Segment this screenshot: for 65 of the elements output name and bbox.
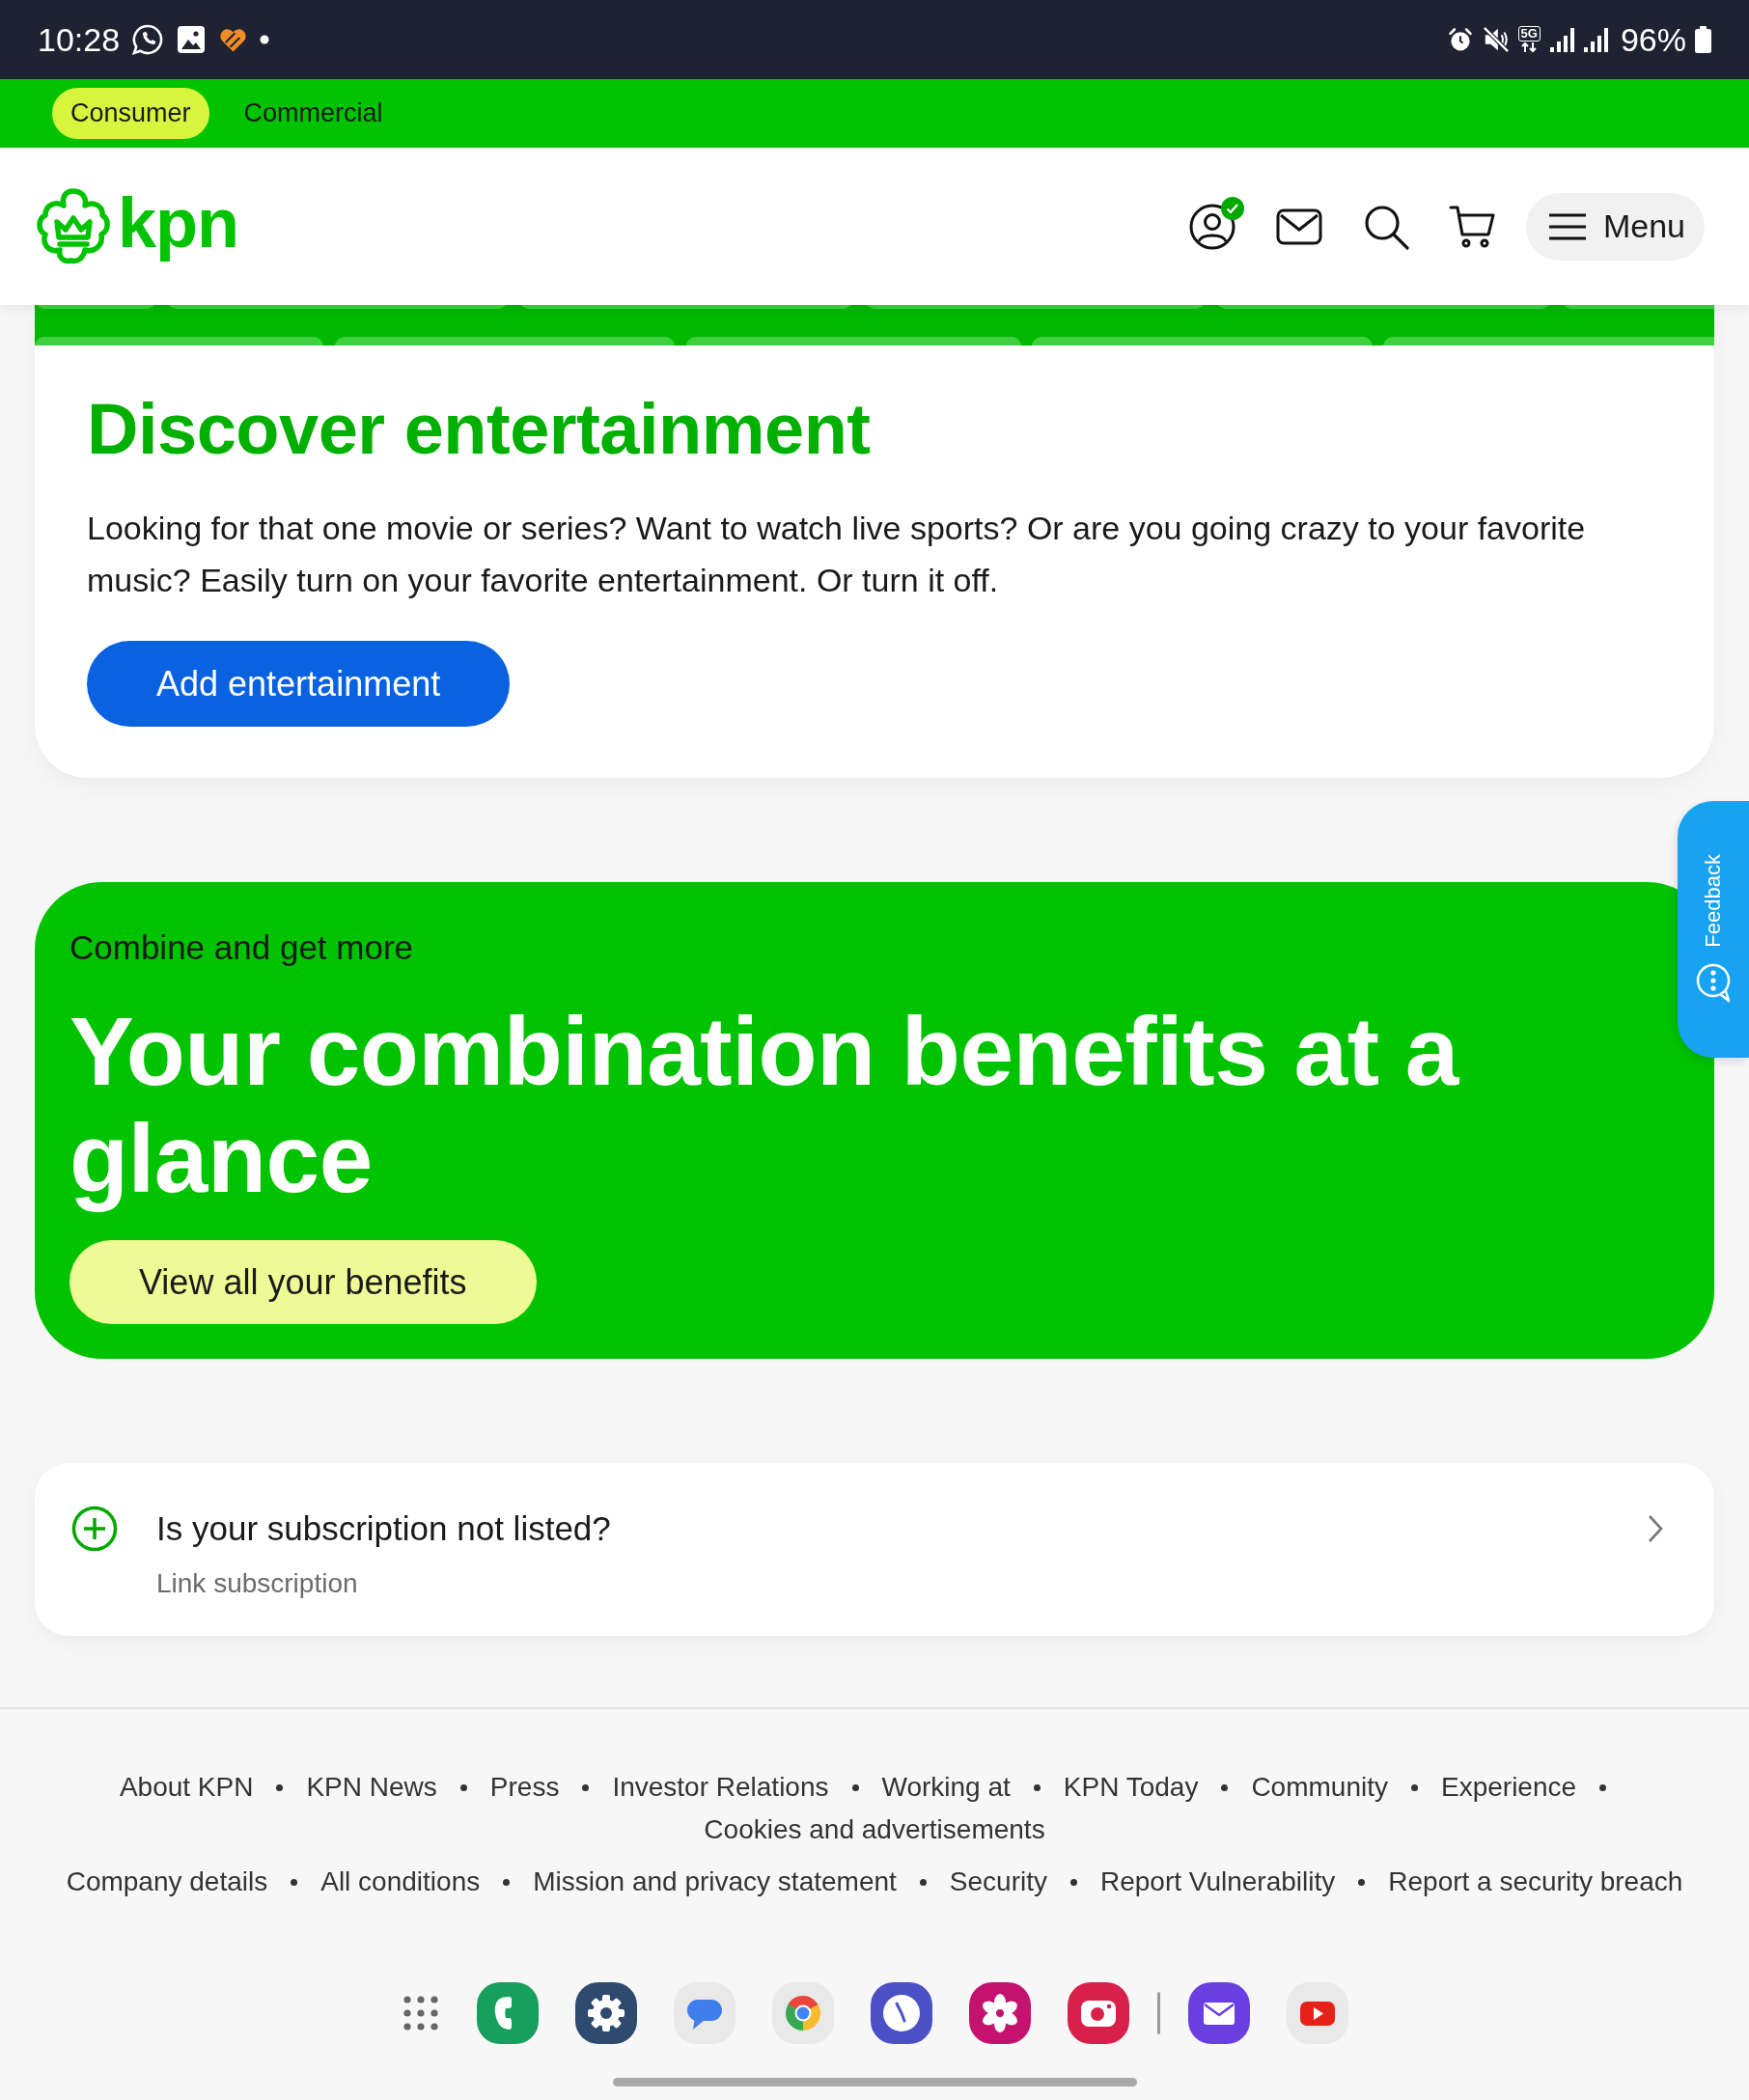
card-description: Looking for that one movie or series? Want to watch live sports? Or are you going crazy to your favorite music? Easily turn on your favorite entertainment. Or turn it off. [87, 509, 1587, 600]
plus-circle-icon [71, 1506, 118, 1552]
bullet-icon [1358, 1878, 1366, 1886]
bullet-icon [1069, 1878, 1077, 1886]
battery-percentage: 96% [1620, 20, 1686, 59]
menu-icon [1546, 211, 1588, 241]
clock-time: 10:28 [38, 20, 121, 59]
footer-link[interactable]: Investor Relations [612, 1766, 829, 1809]
bullet-icon [851, 1783, 859, 1791]
footer-link[interactable]: Community [1251, 1766, 1388, 1809]
bullet-icon [1221, 1783, 1229, 1791]
clock-app-icon[interactable] [870, 1982, 932, 2044]
signal-bars-icon [1582, 26, 1608, 53]
muted-speaker-icon [1482, 25, 1510, 54]
data-arrows-icon [1519, 41, 1540, 53]
subscription-subtitle: Link subscription [156, 1567, 358, 1600]
footer-link[interactable]: Working at [881, 1766, 1011, 1809]
chevron-right-icon [1647, 1513, 1664, 1544]
phone-app-icon[interactable] [476, 1982, 539, 2044]
signal-bars-icon [1548, 26, 1574, 53]
footer-link[interactable]: Report a security breach [1388, 1861, 1683, 1903]
footer-link[interactable]: Experience [1441, 1766, 1577, 1809]
footer-link[interactable]: Security [949, 1861, 1047, 1903]
chat-phone-icon [131, 23, 165, 56]
bullet-icon [503, 1878, 511, 1886]
browser-app-icon[interactable] [771, 1982, 834, 2044]
segment-tab[interactable]: Commercial [225, 88, 402, 139]
add-entertainment-button[interactable]: Add entertainment [87, 641, 511, 727]
flower-app-icon[interactable] [968, 1982, 1031, 2044]
chat-app-icon[interactable] [673, 1982, 736, 2044]
app-grid-icon[interactable] [401, 1994, 440, 2032]
footer-link[interactable]: About KPN [119, 1766, 254, 1809]
camera-app-icon[interactable] [1067, 1982, 1129, 2044]
play-app-icon[interactable] [1286, 1982, 1348, 2044]
bullet-icon [276, 1783, 284, 1791]
bullet-icon [919, 1878, 927, 1886]
footer-link[interactable]: KPN Today [1063, 1766, 1199, 1809]
bullet-icon [459, 1783, 467, 1791]
banner-eyebrow: Combine and get more [69, 927, 415, 968]
footer-link[interactable]: Press [489, 1766, 560, 1809]
menu-button[interactable]: Menu [1525, 192, 1705, 261]
footer-link[interactable]: All conditions [320, 1861, 481, 1903]
view-benefits-button[interactable]: View all your benefits [69, 1240, 537, 1324]
bullet-icon [582, 1783, 590, 1791]
dot-icon [260, 35, 270, 44]
card-title: Discover entertainment [87, 388, 872, 471]
gear-app-icon[interactable] [574, 1982, 637, 2044]
subscription-card[interactable]: Is your subscription not listed? Link subscription [35, 1463, 1714, 1636]
image-icon [176, 24, 208, 55]
envelope-app-icon[interactable] [1187, 1982, 1250, 2044]
footer-link[interactable]: KPN News [306, 1766, 437, 1809]
footer-link[interactable]: Mission and privacy statement [533, 1861, 897, 1903]
footer-link[interactable]: Report Vulnerability [1099, 1861, 1336, 1903]
subscription-title: Is your subscription not listed? [156, 1508, 611, 1549]
footer-link[interactable]: Cookies and advertisements [704, 1809, 1045, 1851]
footer-link[interactable]: Company details [66, 1861, 268, 1903]
bullet-icon [1033, 1783, 1041, 1791]
account-icon[interactable] [1187, 202, 1236, 251]
network-type-label: 5G [1517, 26, 1541, 41]
battery-icon [1695, 26, 1711, 53]
segment-tab[interactable]: Consumer [52, 88, 209, 139]
bullet-icon [1599, 1783, 1607, 1791]
banner-title: Your combination benefits at a glance [69, 998, 1460, 1212]
bullet-icon [1411, 1783, 1418, 1791]
bullet-icon [291, 1878, 298, 1886]
